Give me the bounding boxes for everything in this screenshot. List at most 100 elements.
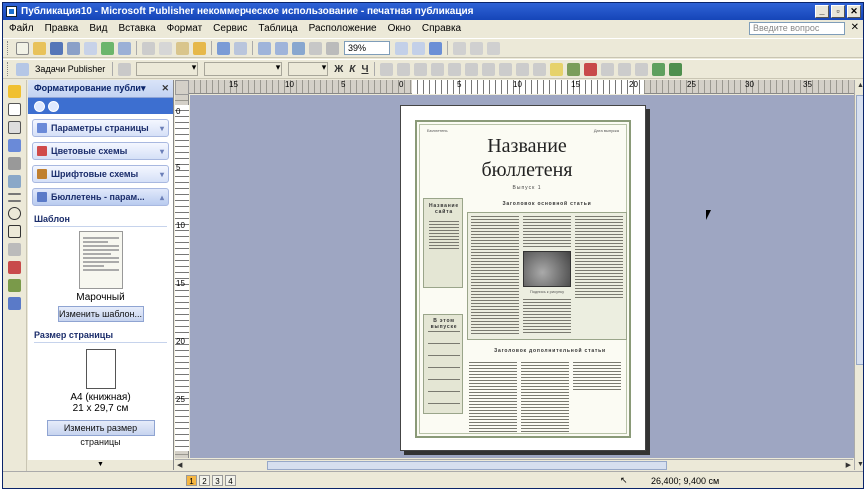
copy-icon[interactable] [159, 41, 172, 55]
align-left-icon[interactable] [380, 62, 394, 76]
wordart-icon[interactable] [8, 139, 21, 152]
task-pane-close-icon[interactable]: ✕ [161, 83, 169, 94]
style-combo[interactable] [136, 62, 199, 76]
3d-style-icon[interactable] [669, 62, 683, 76]
scroll-up-icon[interactable]: ▲ [857, 82, 863, 89]
rectangle-icon[interactable] [8, 225, 21, 238]
design-gallery-icon[interactable] [8, 279, 21, 292]
horizontal-scroll-thumb[interactable] [267, 461, 667, 470]
line-style-icon[interactable] [601, 62, 615, 76]
publication-page[interactable]: Бюллетень Дата выпуска Название бюллетеня… [400, 105, 646, 451]
bold-button[interactable]: Ж [334, 64, 343, 75]
article-photo[interactable] [523, 251, 571, 287]
font-color-icon[interactable] [584, 62, 598, 76]
increase-font-icon[interactable] [533, 62, 547, 76]
form-control-icon[interactable] [8, 297, 21, 310]
save-icon[interactable] [50, 41, 63, 55]
section-color-schemes[interactable]: Цветовые схемы ▾ [32, 142, 169, 160]
bullets-icon[interactable] [465, 62, 479, 76]
decrease-indent-icon[interactable] [482, 62, 496, 76]
special-characters-icon[interactable] [326, 41, 339, 55]
tasks-icon[interactable] [16, 62, 29, 76]
dash-style-icon[interactable] [618, 62, 632, 76]
scroll-left-icon[interactable]: ◀ [177, 461, 182, 469]
task-pane-scroll-down-icon[interactable]: ▼ [28, 460, 173, 470]
columns-icon[interactable] [309, 41, 322, 55]
justify-icon[interactable] [431, 62, 445, 76]
menu-file[interactable]: Файл [9, 23, 34, 34]
fill-color-icon[interactable] [550, 62, 564, 76]
section-page-options[interactable]: Параметры страницы ▾ [32, 119, 169, 137]
menu-table[interactable]: Таблица [258, 23, 297, 34]
redo-icon[interactable] [234, 41, 247, 55]
main-article-box[interactable]: Подпись к рисунку [467, 212, 627, 340]
align-right-icon[interactable] [414, 62, 428, 76]
horizontal-ruler[interactable]: 15 10 5 0 5 10 15 20 25 30 35 [189, 80, 859, 94]
arrow-icon[interactable] [8, 200, 21, 202]
bring-forward-icon[interactable] [258, 41, 271, 55]
menu-view[interactable]: Вид [89, 23, 107, 34]
page-tab-2[interactable]: 2 [199, 475, 210, 486]
toolbar-grip[interactable] [7, 62, 10, 76]
insert-hyperlink-icon[interactable] [292, 41, 305, 55]
print-icon[interactable] [67, 41, 80, 55]
research-icon[interactable] [118, 41, 131, 55]
secondary-article-heading[interactable]: Заголовок дополнительной статьи [475, 348, 625, 354]
zoom-in-icon[interactable] [412, 41, 425, 55]
section-newsletter-options[interactable]: Бюллетень - парам... ▴ [32, 188, 169, 206]
newsletter-title[interactable]: Название бюллетеня [457, 134, 597, 182]
page-size-preview[interactable] [85, 349, 116, 389]
menu-tools[interactable]: Сервис [213, 23, 247, 34]
underline-button[interactable]: Ч [361, 64, 368, 75]
vertical-scrollbar[interactable]: ▲ ▼ [854, 80, 863, 470]
distribute-icon[interactable] [470, 41, 483, 55]
new-icon[interactable] [16, 41, 29, 55]
font-size-combo[interactable] [288, 62, 329, 76]
restore-button[interactable]: ▫ [831, 5, 845, 18]
open-folder-icon[interactable] [33, 41, 46, 55]
menu-window[interactable]: Окно [388, 23, 411, 34]
italic-button[interactable]: К [349, 64, 355, 75]
insert-table-icon[interactable] [8, 121, 21, 134]
align-icon[interactable] [453, 41, 466, 55]
page-tab-1[interactable]: 1 [186, 475, 197, 486]
spelling-icon[interactable] [101, 41, 114, 55]
vertical-ruler[interactable]: 0 5 10 15 20 25 [175, 95, 189, 458]
line-color-icon[interactable] [567, 62, 581, 76]
numbering-icon[interactable] [448, 62, 462, 76]
decrease-font-icon[interactable] [516, 62, 530, 76]
styles-icon[interactable] [118, 62, 132, 76]
publication-workspace[interactable]: Бюллетень Дата выпуска Название бюллетеня… [190, 95, 854, 458]
change-page-size-button[interactable]: Изменить размер страницы [46, 420, 155, 447]
send-backward-icon[interactable] [275, 41, 288, 55]
align-center-icon[interactable] [397, 62, 411, 76]
inside-issue-box[interactable]: В этом выпуске [423, 314, 463, 414]
ruler-corner[interactable] [175, 80, 189, 95]
sidebar-box[interactable]: Название сайта [423, 198, 463, 288]
page-tab-4[interactable]: 4 [225, 475, 236, 486]
menu-insert[interactable]: Вставка [118, 23, 155, 34]
main-article-heading[interactable]: Заголовок основной статьи [467, 201, 627, 207]
help-icon[interactable] [429, 41, 442, 55]
help-close-icon[interactable]: ✕ [851, 22, 859, 33]
toolbar-grip[interactable] [7, 41, 10, 55]
task-pane-title[interactable]: Форматирование публи▾ [34, 83, 145, 94]
clip-art-icon[interactable] [8, 175, 21, 188]
autoshapes-icon[interactable] [8, 243, 21, 256]
menu-arrange[interactable]: Расположение [309, 23, 377, 34]
menu-edit[interactable]: Правка [45, 23, 79, 34]
page-tab-3[interactable]: 3 [212, 475, 223, 486]
forward-icon[interactable] [48, 100, 59, 112]
zoom-out-icon[interactable] [395, 41, 408, 55]
help-search-input[interactable]: Введите вопрос [749, 22, 845, 35]
paste-icon[interactable] [176, 41, 189, 55]
cut-icon[interactable] [142, 41, 155, 55]
tasks-publisher-button[interactable]: Задачи Publisher [35, 64, 105, 74]
minimize-button[interactable]: _ [815, 5, 829, 18]
font-combo[interactable] [204, 62, 283, 76]
zoom-combo[interactable]: 39% [344, 41, 390, 55]
change-template-button[interactable]: Изменить шаблон... [57, 306, 144, 322]
scroll-right-icon[interactable]: ▶ [846, 461, 851, 469]
scroll-down-icon[interactable]: ▼ [857, 461, 863, 468]
template-thumbnail[interactable] [78, 231, 123, 289]
